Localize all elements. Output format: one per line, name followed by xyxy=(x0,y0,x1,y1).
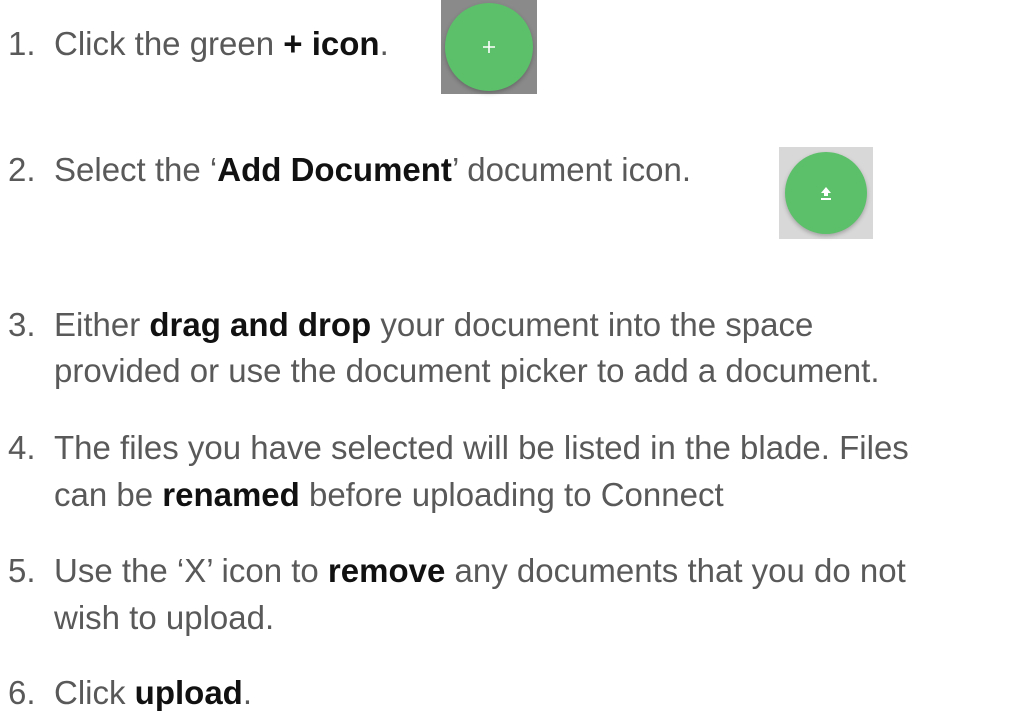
step-emphasis: + icon xyxy=(283,25,380,62)
step-emphasis: upload xyxy=(134,674,243,711)
step-text: Select the ‘ xyxy=(54,151,218,188)
step-number: 2. xyxy=(8,151,36,188)
step-number: 5. xyxy=(8,552,36,589)
step-6: 6. Click upload. xyxy=(8,670,252,716)
step-3-continuation: provided or use the document picker to a… xyxy=(54,352,880,389)
step-5-continuation: wish to upload. xyxy=(54,599,275,636)
add-document-button-screenshot xyxy=(779,147,873,239)
step-text: The files you have selected will be list… xyxy=(54,429,909,466)
step-4: 4. The files you have selected will be li… xyxy=(8,425,909,471)
step-number: 4. xyxy=(8,429,36,466)
step-text: . xyxy=(379,25,389,62)
step-text: before uploading to Connect xyxy=(299,476,724,513)
step-1: 1. Click the green + icon. xyxy=(8,21,389,67)
plus-button-screenshot xyxy=(441,0,537,94)
step-text: can be xyxy=(54,476,163,513)
step-text: Either xyxy=(54,306,150,343)
step-number: 1. xyxy=(8,25,36,62)
step-emphasis: Add Document xyxy=(217,151,452,188)
step-number: 3. xyxy=(8,306,36,343)
upload-icon xyxy=(785,152,867,234)
step-emphasis: remove xyxy=(327,552,446,589)
step-text: Click the green xyxy=(54,25,284,62)
step-3: 3. Either drag and drop your document int… xyxy=(8,302,813,348)
step-text: ’ document icon. xyxy=(451,151,692,188)
step-emphasis: drag and drop xyxy=(149,306,372,343)
step-4-continuation: can be renamed before uploading to Conne… xyxy=(54,472,724,518)
step-5: 5. Use the ‘X’ icon to remove any documen… xyxy=(8,548,906,594)
step-2: 2. Select the ‘Add Document’ document ico… xyxy=(8,147,691,193)
add-icon xyxy=(445,3,533,91)
step-text: Use the ‘X’ icon to xyxy=(54,552,328,589)
step-text: Click xyxy=(54,674,135,711)
step-emphasis: renamed xyxy=(162,476,300,513)
step-text: . xyxy=(242,674,252,711)
step-text: any documents that you do not xyxy=(445,552,906,589)
step-number: 6. xyxy=(8,674,36,711)
step-text: your document into the space xyxy=(371,306,814,343)
